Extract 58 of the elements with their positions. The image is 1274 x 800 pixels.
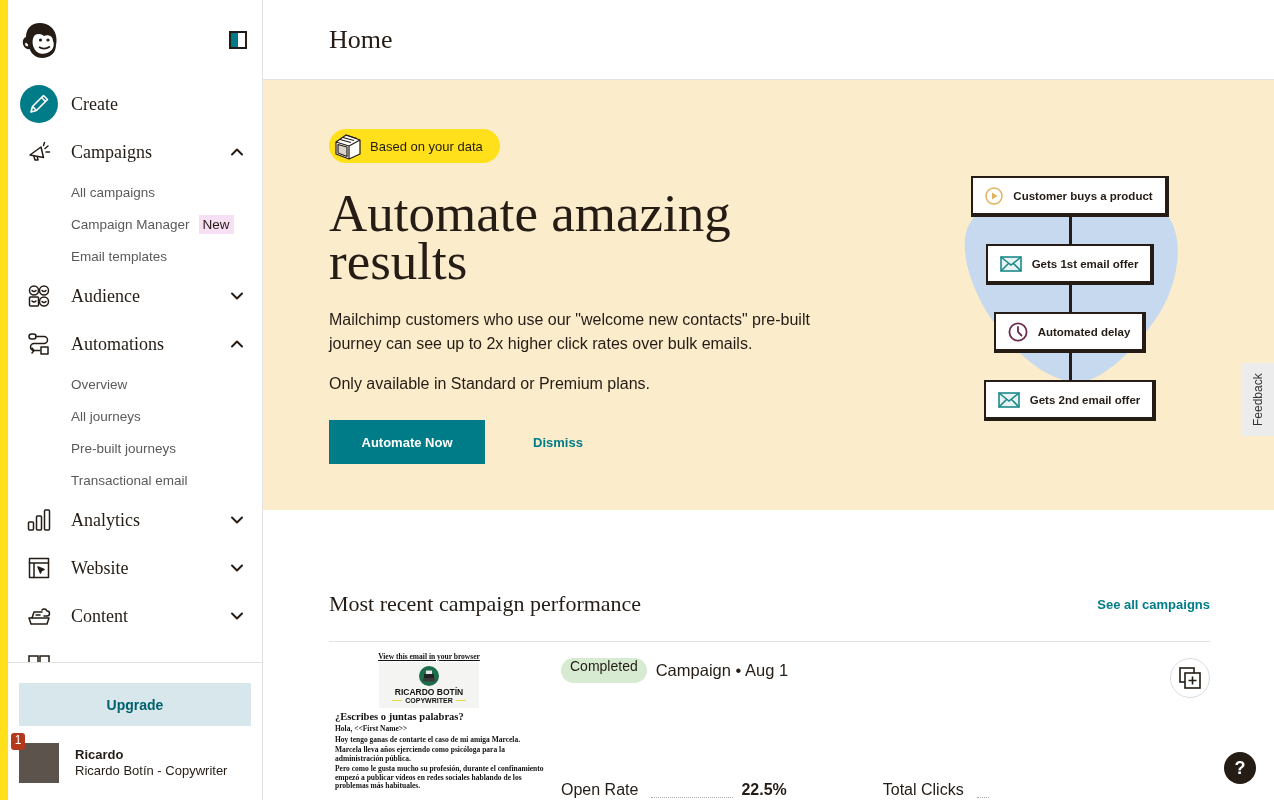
nav-subitem[interactable]: Email templates <box>8 240 262 272</box>
play-icon <box>985 186 1004 205</box>
people-tiles-icon <box>27 284 51 308</box>
plan-note: Only available in Standard or Premium plans. <box>329 374 652 394</box>
typewriter-icon <box>419 665 439 686</box>
tag-label: Based on your data <box>370 138 483 154</box>
automate-now-button[interactable]: Automate Now <box>329 420 485 464</box>
status-badge: Completed <box>561 658 647 683</box>
email-heading: ¿Escribes o juntas palabras? <box>334 711 465 723</box>
upgrade-button[interactable]: Upgrade <box>19 683 251 726</box>
stat-label: Total Clicks <box>882 780 964 800</box>
workflow-icon <box>27 332 51 356</box>
megaphone-icon <box>27 140 51 164</box>
box-icon <box>334 132 362 160</box>
nav-item[interactable]: Website <box>8 544 262 592</box>
see-all-campaigns-link[interactable]: See all campaigns <box>1097 596 1210 612</box>
nav-subitem[interactable]: All journeys <box>8 400 262 432</box>
nav-item[interactable]: Content <box>8 592 262 640</box>
nav-subitem[interactable]: All campaigns <box>8 176 262 208</box>
new-badge: New <box>198 214 234 234</box>
nav-item[interactable]: Create <box>8 80 262 128</box>
pencil-icon <box>20 85 58 123</box>
sidebar-toggle-icon[interactable] <box>229 31 247 49</box>
nav-item[interactable]: Automations <box>8 320 262 368</box>
feedback-tab[interactable]: Feedback <box>1242 363 1274 436</box>
nav-subitem[interactable]: Transactional email <box>8 464 262 496</box>
account-subtitle: Ricardo Botín - Copywriter <box>75 763 228 779</box>
nav-subitem[interactable]: Overview <box>8 368 262 400</box>
monkey-logo-icon <box>22 21 58 59</box>
nav-item[interactable]: Campaigns <box>8 128 262 176</box>
nav-item[interactable]: Analytics <box>8 496 262 544</box>
step-label: Gets 2nd email offer <box>1029 393 1141 406</box>
stat-value: 22.5% <box>741 780 787 800</box>
step-label: Customer buys a product <box>1013 189 1153 202</box>
duplicate-icon <box>1179 667 1201 689</box>
page-title: Home <box>329 24 393 55</box>
nav-subitem[interactable]: Pre-built journeys <box>8 432 262 464</box>
browser-cursor-icon <box>27 556 51 580</box>
section-title: Most recent campaign performance <box>329 591 642 617</box>
dismiss-link[interactable]: Dismiss <box>533 434 583 450</box>
help-button[interactable]: ? <box>1224 752 1256 784</box>
campaign-title: Campaign • Aug 1 <box>655 661 789 680</box>
hero-description: Mailchimp customers who use our "welcome new contacts" pre-built journey can see up to 2x higher click rates over bulk emails. <box>329 310 811 354</box>
stat-label: Open Rate <box>561 780 639 800</box>
hero-heading: Automate amazing results <box>329 189 732 285</box>
account-name: Ricardo <box>75 747 125 763</box>
nav-subitem[interactable]: Campaign Manager New <box>8 208 262 240</box>
notification-badge: 1 <box>11 733 25 750</box>
grid-icon[interactable] <box>27 655 51 662</box>
step-label: Gets 1st email offer <box>1031 257 1139 270</box>
brand-name: RICARDO BOTÍN <box>394 686 464 697</box>
bar-chart-icon <box>27 508 51 532</box>
duplicate-button[interactable] <box>1170 658 1210 698</box>
envelope-icon <box>999 255 1022 272</box>
step-label: Automated delay <box>1037 325 1131 338</box>
nav-item[interactable]: Audience <box>8 272 262 320</box>
clock-icon <box>1007 321 1028 342</box>
envelope-icon <box>997 391 1020 408</box>
